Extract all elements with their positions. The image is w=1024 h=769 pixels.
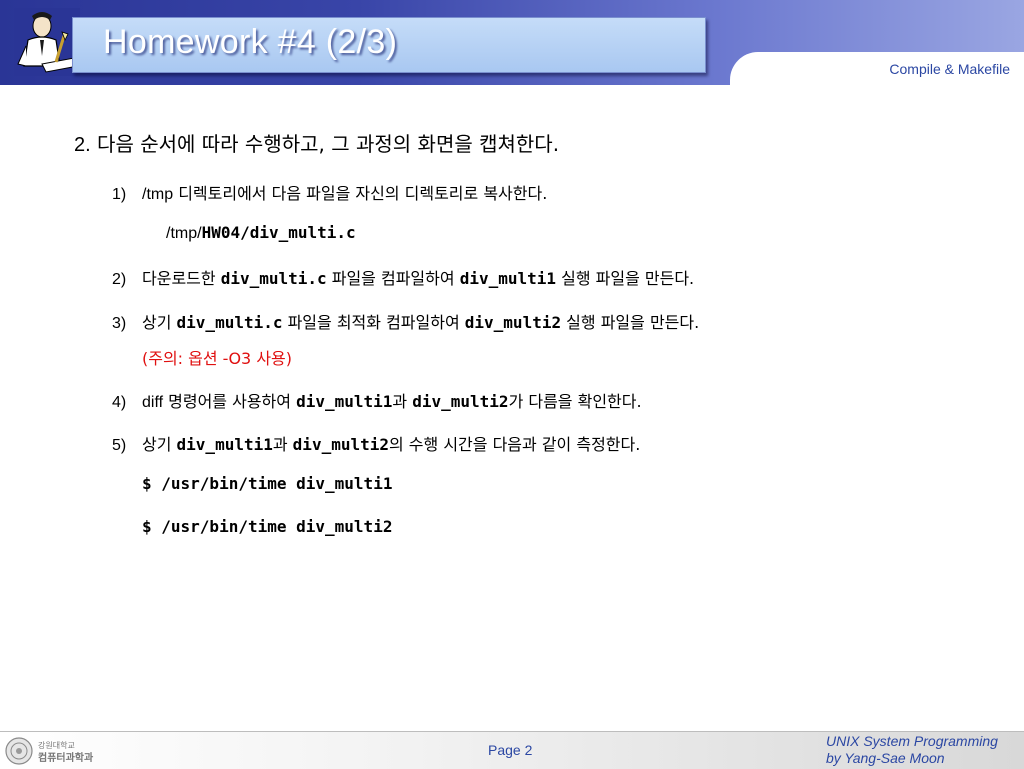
slide-title: Homework #4 (2/3) [103, 23, 398, 61]
command-line-1: $ /usr/bin/time div_multi1 [142, 474, 393, 493]
step-number: 2) [112, 271, 127, 288]
university-seal-icon: 강원대학교 컴퓨터과학과 [5, 737, 94, 765]
path-file: HW04/div_multi.c [201, 223, 356, 242]
slide-header: Homework #4 (2/3) Compile & Makefile [0, 0, 1024, 85]
course-title: UNIX System Programming [826, 733, 998, 749]
file-name: div_multi2 [292, 435, 389, 454]
course-author: by Yang-Sae Moon [826, 750, 945, 766]
file-name: div_multi.c [176, 313, 283, 332]
item-number: 2. [74, 134, 91, 156]
step-text: 파일을 컴파일하여 [326, 269, 460, 288]
course-info: UNIX System Programming by Yang-Sae Moon [826, 733, 998, 767]
file-name: div_multi1 [459, 269, 557, 288]
slide-footer: 강원대학교 컴퓨터과학과 Page 2 UNIX System Programm… [0, 731, 1024, 769]
item-text: 다음 순서에 따라 수행하고, 그 과정의 화면을 캡쳐한다. [97, 132, 560, 156]
step-number: 5) [112, 437, 127, 454]
file-name: div_multi1 [176, 435, 273, 454]
step-text: 실행 파일을 만든다. [556, 269, 695, 288]
step-text: 파일을 최적화 컴파일하여 [282, 313, 465, 332]
step-text: 가 다름을 확인한다. [508, 392, 642, 411]
step-1: 1) /tmp 디렉토리에서 다음 파일을 자신의 디렉토리로 복사한다. [112, 180, 547, 204]
step-1-path: /tmp/HW04/div_multi.c [166, 223, 356, 243]
step-text: 의 수행 시간을 다음과 같이 측정한다. [389, 435, 641, 454]
step-text: 명령어를 사용하여 [163, 392, 297, 411]
step-5: 5) 상기 div_multi1과 div_multi2의 수행 시간을 다음과 … [112, 431, 640, 455]
list-item-2: 2. 다음 순서에 따라 수행하고, 그 과정의 화면을 캡쳐한다. [74, 128, 559, 157]
file-name: div_multi2 [464, 313, 562, 332]
step-4: 4) diff 명령어를 사용하여 div_multi1과 div_multi2가… [112, 388, 642, 412]
step-text: 과 [392, 392, 413, 411]
step-number: 4) [112, 394, 127, 411]
step-text: 과 [272, 435, 293, 454]
step-3-note: (주의: 옵션 -O3 사용) [142, 349, 292, 368]
step-number: 1) [112, 186, 127, 203]
logo-text-bottom: 컴퓨터과학과 [38, 751, 94, 764]
command-line-2: $ /usr/bin/time div_multi2 [142, 517, 393, 536]
file-name: div_multi.c [220, 269, 327, 288]
path-prefix: /tmp/ [166, 225, 202, 242]
path-text: /tmp [142, 186, 174, 203]
command-name: diff [142, 394, 164, 411]
subtitle-tab: Compile & Makefile [730, 52, 1024, 85]
logo-text-top: 강원대학교 [38, 740, 75, 750]
step-text: 디렉토리에서 다음 파일을 자신의 디렉토리로 복사한다. [173, 184, 548, 203]
page-number: Page 2 [488, 742, 533, 758]
step-text: 상기 [142, 435, 177, 454]
step-text: 다운로드한 [142, 269, 221, 288]
file-name: div_multi2 [412, 392, 509, 411]
step-text: 상기 [142, 313, 177, 332]
slide-subtitle: Compile & Makefile [889, 61, 1010, 77]
title-banner: Homework #4 (2/3) [72, 17, 706, 73]
step-text: 실행 파일을 만든다. [561, 313, 700, 332]
step-3: 3) 상기 div_multi.c 파일을 최적화 컴파일하여 div_multi… [112, 309, 699, 333]
step-2: 2) 다운로드한 div_multi.c 파일을 컴파일하여 div_multi1… [112, 265, 694, 289]
file-name: div_multi1 [296, 392, 393, 411]
step-number: 3) [112, 315, 127, 332]
